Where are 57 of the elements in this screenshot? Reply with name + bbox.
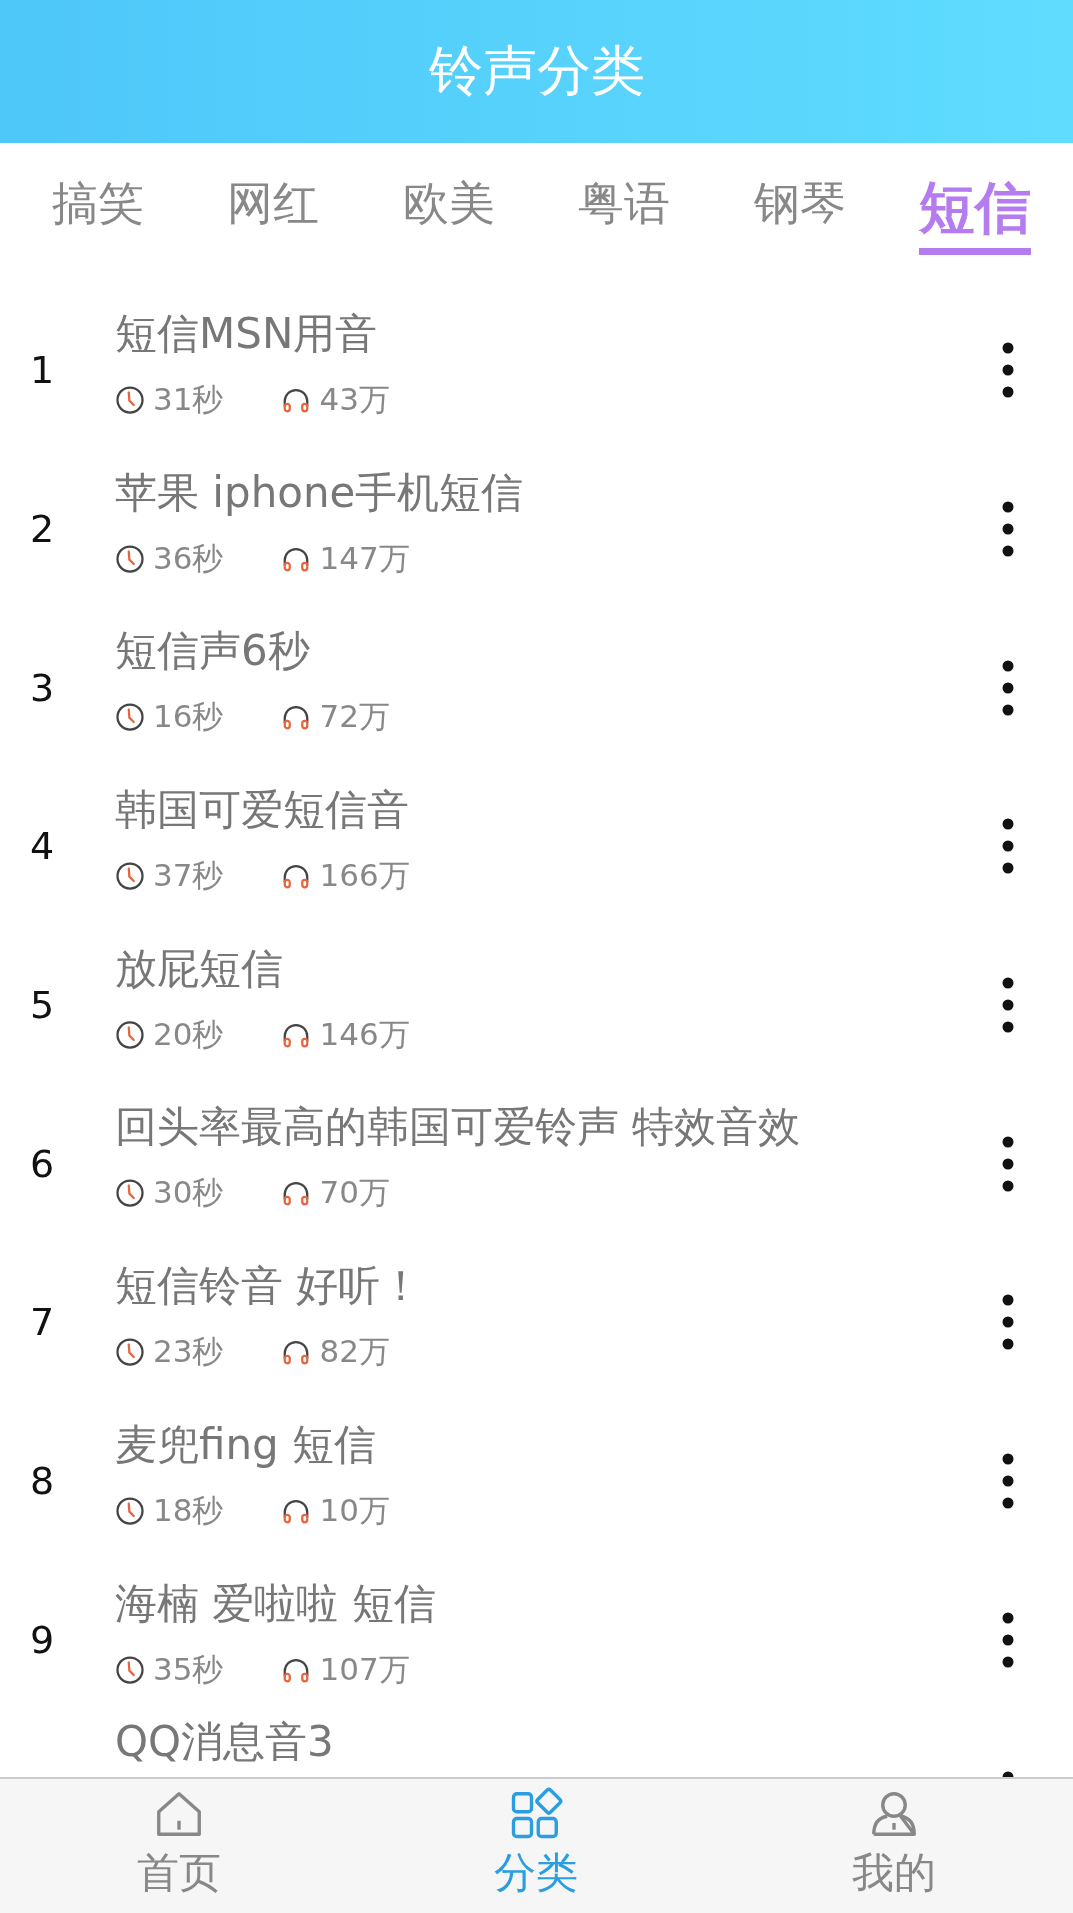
- ringtone-title[interactable]: 苹果 iphone手机短信: [115, 465, 973, 520]
- clock-icon: [115, 1178, 145, 1209]
- rank-number: 4: [30, 824, 55, 869]
- category-tab[interactable]: 欧美: [402, 173, 495, 255]
- play-count: 82万: [319, 1332, 390, 1372]
- rank-number: 5: [30, 983, 55, 1028]
- ringtone-title[interactable]: 短信铃音 好听！: [115, 1259, 973, 1314]
- play-count: 147万: [319, 538, 410, 578]
- play-count: 10万: [319, 1490, 390, 1530]
- play-count: 107万: [319, 1649, 410, 1689]
- duration-text: 35秒: [153, 1649, 224, 1689]
- rank-number: 8: [30, 1459, 55, 1504]
- ringtone-title[interactable]: 麦兜fing 短信: [115, 1417, 973, 1472]
- duration-text: 31秒: [153, 380, 224, 419]
- ringtone-title[interactable]: 回头率最高的韩国可爱铃声 特效音效: [115, 1100, 973, 1155]
- category-tab[interactable]: 网红: [227, 173, 320, 255]
- duration-text: 30秒: [153, 1173, 224, 1213]
- nav-tab[interactable]: 我的: [715, 1779, 1073, 1913]
- clock-icon: [115, 1654, 145, 1685]
- clock-icon: [115, 543, 145, 574]
- grid-icon: [509, 1787, 564, 1841]
- nav-tab[interactable]: 分类: [357, 1779, 716, 1913]
- duration-text: 20秒: [153, 1014, 224, 1054]
- category-tab[interactable]: 短信: [919, 171, 1032, 255]
- ringtone-title[interactable]: 短信MSN用音: [115, 307, 973, 361]
- rank-number: 1: [30, 348, 55, 393]
- rank-number: 9: [30, 1617, 55, 1662]
- ringtone-title[interactable]: 放屁短信: [115, 941, 973, 996]
- clock-icon: [115, 1495, 145, 1526]
- rank-number: 6: [30, 1141, 55, 1186]
- rank-number: 2: [30, 507, 55, 552]
- category-tab[interactable]: 钢琴: [753, 173, 846, 255]
- clock-icon: [115, 702, 145, 733]
- rank-number: 7: [30, 1300, 55, 1345]
- ringtone-title[interactable]: 短信声6秒: [115, 624, 973, 679]
- category-tab[interactable]: 粤语: [578, 173, 671, 255]
- clock-icon: [115, 1019, 145, 1050]
- play-count: 72万: [319, 697, 390, 737]
- category-tab[interactable]: 搞笑: [51, 173, 144, 255]
- ringtone-title[interactable]: QQ消息音3: [115, 1719, 973, 1766]
- clock-icon: [115, 861, 145, 892]
- clock-icon: [115, 1337, 145, 1368]
- duration-text: 23秒: [153, 1332, 224, 1372]
- page-title: 铃声分类: [428, 38, 645, 104]
- duration-text: 18秒: [153, 1490, 224, 1530]
- play-count: 146万: [319, 1014, 410, 1054]
- play-count: 70万: [319, 1173, 390, 1213]
- rank-number: 3: [30, 665, 55, 710]
- play-count: 43万: [319, 380, 390, 419]
- ringtone-title[interactable]: 海楠 爱啦啦 短信: [115, 1576, 973, 1631]
- ringtone-title[interactable]: 韩国可爱短信音: [115, 783, 973, 838]
- duration-text: 16秒: [153, 697, 224, 737]
- clock-icon: [115, 385, 145, 415]
- play-count: 166万: [319, 856, 410, 896]
- nav-tab[interactable]: 首页: [0, 1779, 358, 1913]
- duration-text: 37秒: [153, 856, 224, 896]
- duration-text: 36秒: [153, 538, 224, 578]
